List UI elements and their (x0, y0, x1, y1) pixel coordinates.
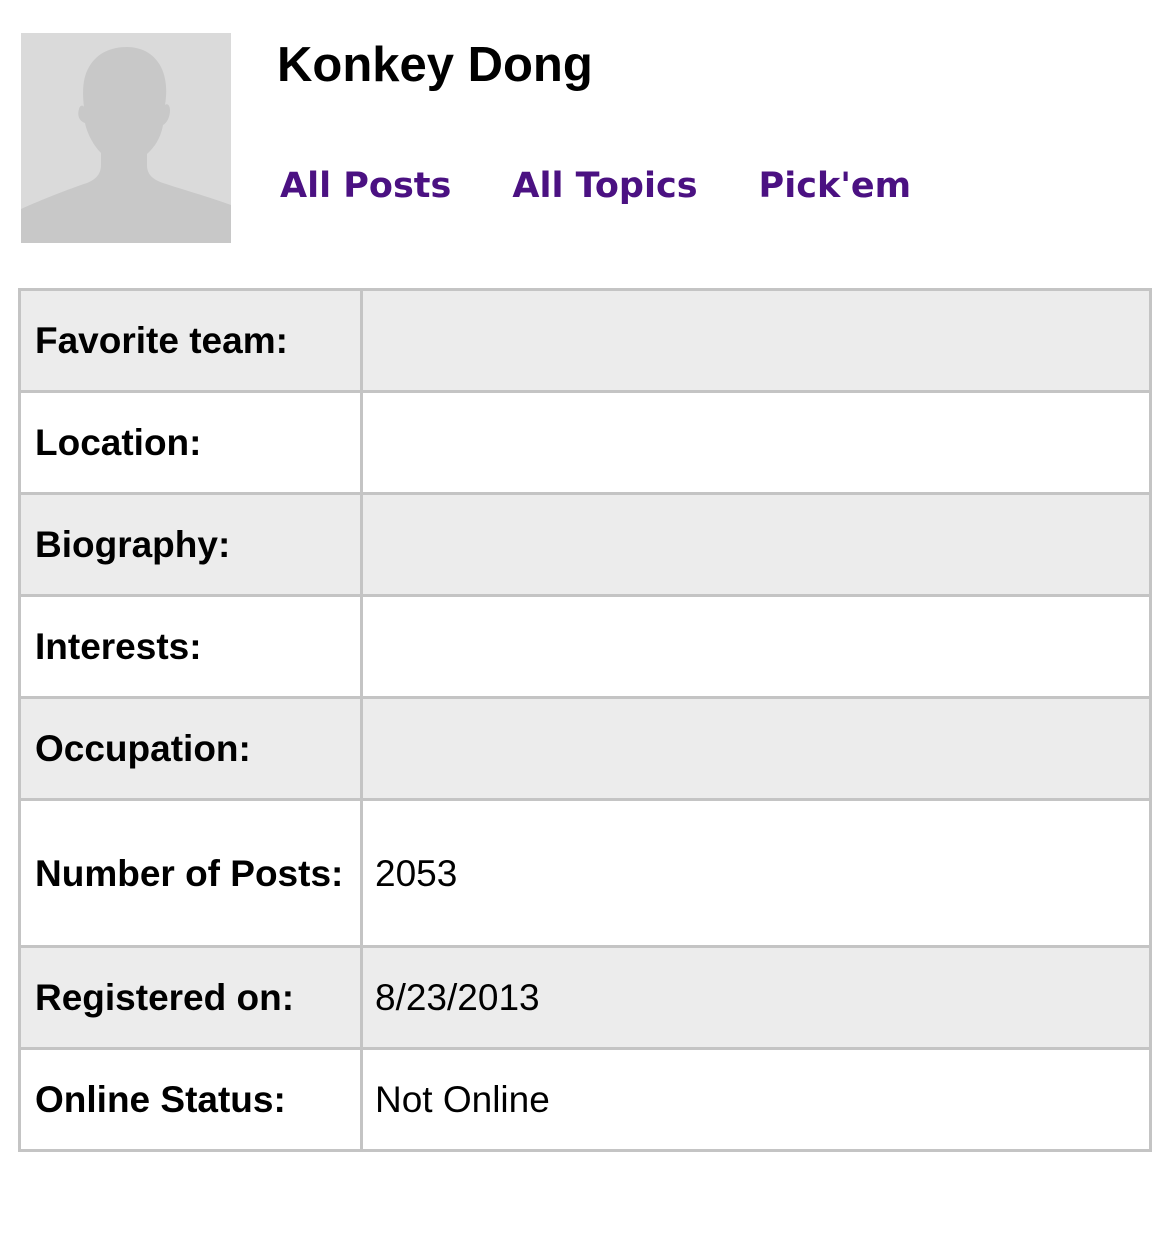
favorite-team-label: Favorite team: (18, 288, 363, 393)
avatar (21, 33, 231, 243)
registered-on-label: Registered on: (18, 945, 363, 1050)
user-profile-page: Konkey Dong All Posts All Topics Pick'em… (0, 0, 1170, 1235)
all-posts-link[interactable]: All Posts (280, 166, 451, 206)
table-row-location: Location: (18, 390, 1152, 495)
table-row-occupation: Occupation: (18, 696, 1152, 801)
online-status-value: Not Online (360, 1047, 1152, 1152)
favorite-team-value (360, 288, 1152, 393)
profile-nav: All Posts All Topics Pick'em (280, 163, 911, 209)
interests-value (360, 594, 1152, 699)
occupation-value (360, 696, 1152, 801)
occupation-label: Occupation: (18, 696, 363, 801)
table-row-registered-on: Registered on: 8/23/2013 (18, 945, 1152, 1050)
number-of-posts-value: 2053 (360, 798, 1152, 948)
table-row-biography: Biography: (18, 492, 1152, 597)
number-of-posts-label: Number of Posts: (18, 798, 363, 948)
pickem-link[interactable]: Pick'em (759, 166, 912, 206)
table-row-number-of-posts: Number of Posts: 2053 (18, 798, 1152, 948)
biography-label: Biography: (18, 492, 363, 597)
all-topics-link[interactable]: All Topics (512, 166, 697, 206)
table-row-interests: Interests: (18, 594, 1152, 699)
location-value (360, 390, 1152, 495)
online-status-label: Online Status: (18, 1047, 363, 1152)
table-row-online-status: Online Status: Not Online (18, 1047, 1152, 1152)
registered-on-value: 8/23/2013 (360, 945, 1152, 1050)
biography-value (360, 492, 1152, 597)
location-label: Location: (18, 390, 363, 495)
profile-details-table: Favorite team: Location: Biography: Inte… (18, 288, 1152, 1152)
table-row-favorite-team: Favorite team: (18, 288, 1152, 393)
profile-display-name: Konkey Dong (277, 38, 593, 92)
default-user-silhouette-icon (21, 47, 231, 243)
interests-label: Interests: (18, 594, 363, 699)
